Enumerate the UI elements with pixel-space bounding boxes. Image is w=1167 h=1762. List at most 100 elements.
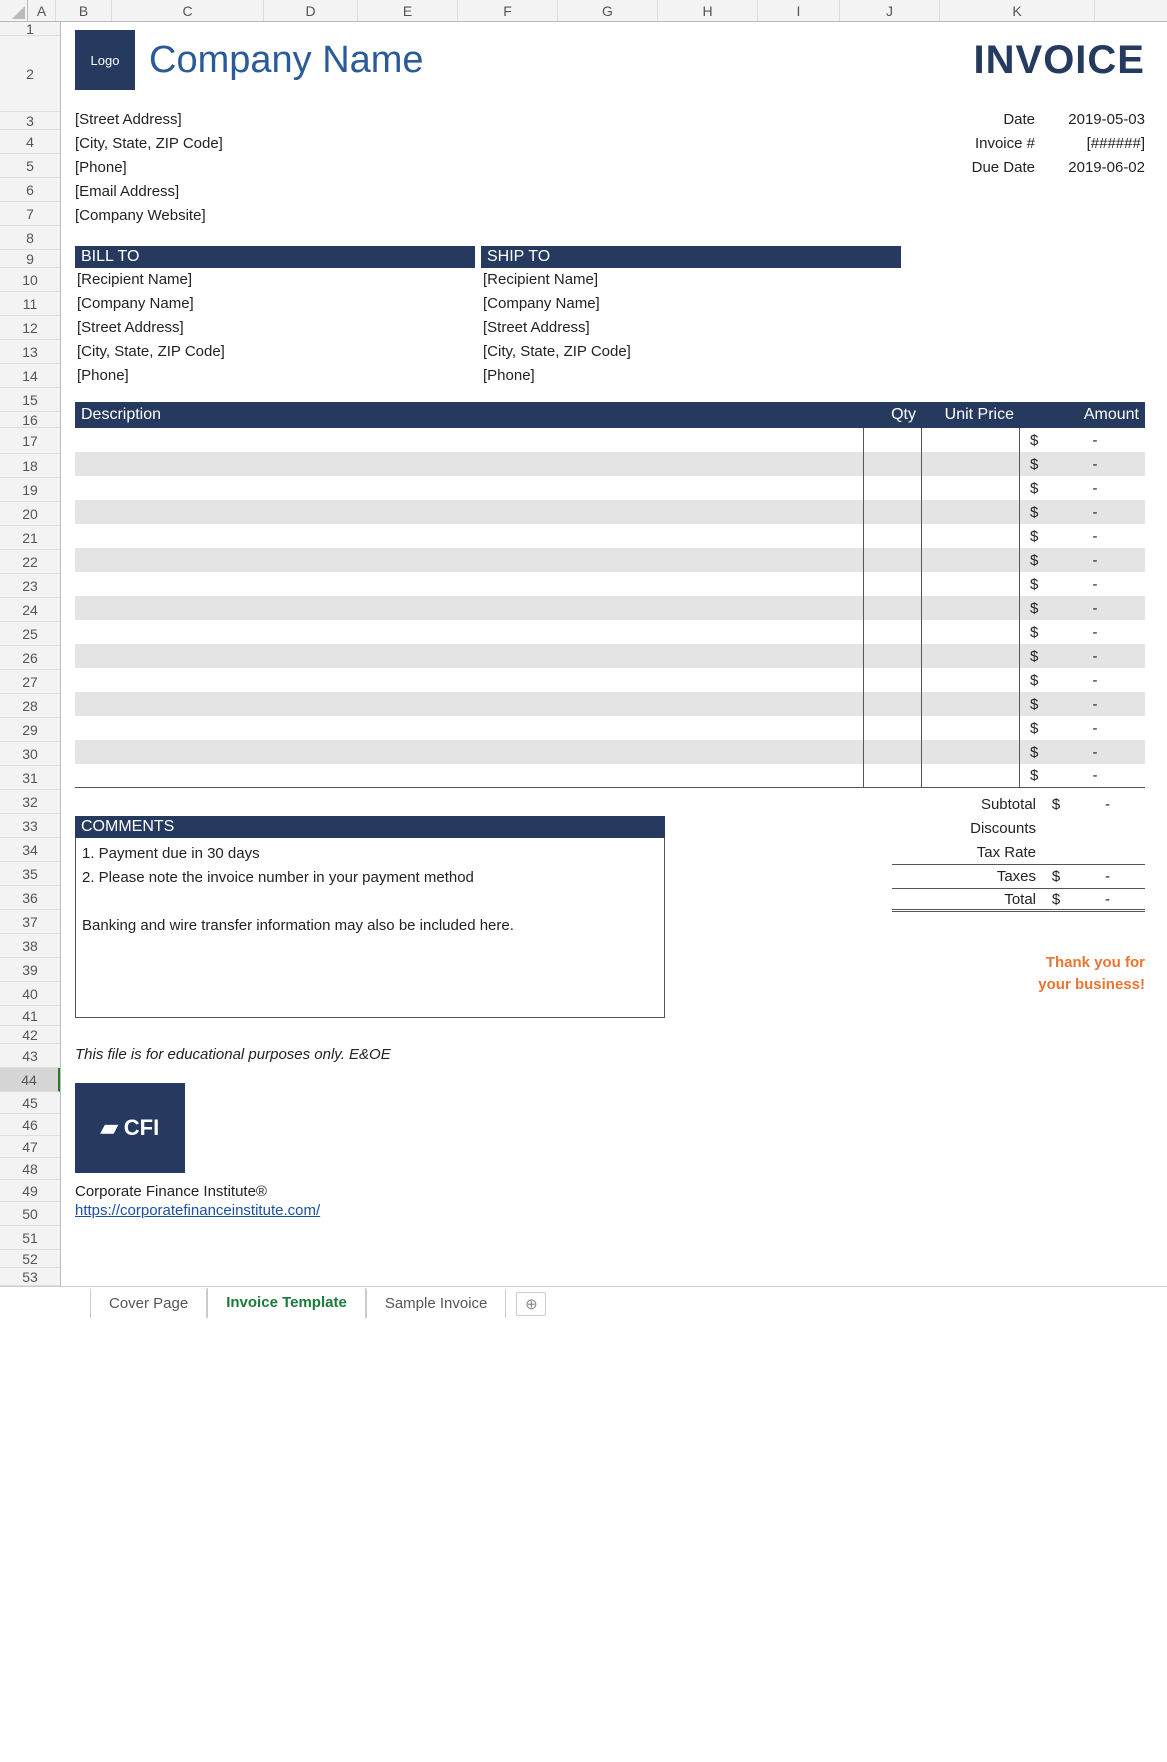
row-header-23[interactable]: 23 xyxy=(0,574,60,598)
line-desc[interactable] xyxy=(75,740,864,764)
row-header-17[interactable]: 17 xyxy=(0,428,60,454)
line-desc[interactable] xyxy=(75,620,864,644)
row-header-2[interactable]: 2 xyxy=(0,36,60,112)
column-header-E[interactable]: E xyxy=(358,0,458,21)
row-header-45[interactable]: 45 xyxy=(0,1092,60,1114)
line-desc[interactable] xyxy=(75,428,864,452)
line-qty[interactable] xyxy=(864,716,922,740)
row-header-8[interactable]: 8 xyxy=(0,226,60,250)
column-header-A[interactable]: A xyxy=(28,0,56,21)
row-header-41[interactable]: 41 xyxy=(0,1006,60,1026)
line-desc[interactable] xyxy=(75,548,864,572)
row-header-13[interactable]: 13 xyxy=(0,340,60,364)
line-unit-price[interactable] xyxy=(922,668,1020,692)
row-header-31[interactable]: 31 xyxy=(0,766,60,790)
line-qty[interactable] xyxy=(864,764,922,787)
row-header-50[interactable]: 50 xyxy=(0,1202,60,1226)
line-desc[interactable] xyxy=(75,764,864,787)
line-unit-price[interactable] xyxy=(922,764,1020,787)
line-qty[interactable] xyxy=(864,644,922,668)
line-unit-price[interactable] xyxy=(922,428,1020,452)
line-item-row[interactable]: $- xyxy=(75,596,1145,620)
row-header-6[interactable]: 6 xyxy=(0,178,60,202)
row-header-4[interactable]: 4 xyxy=(0,130,60,154)
column-header-D[interactable]: D xyxy=(264,0,358,21)
sheet-tab-invoice-template[interactable]: Invoice Template xyxy=(207,1288,366,1319)
line-unit-price[interactable] xyxy=(922,692,1020,716)
line-item-row[interactable]: $- xyxy=(75,692,1145,716)
row-header-33[interactable]: 33 xyxy=(0,814,60,838)
row-header-7[interactable]: 7 xyxy=(0,202,60,226)
row-header-21[interactable]: 21 xyxy=(0,526,60,550)
row-header-48[interactable]: 48 xyxy=(0,1158,60,1180)
cfi-link[interactable]: https://corporatefinanceinstitute.com/ xyxy=(75,1202,320,1219)
line-item-row[interactable]: $- xyxy=(75,740,1145,764)
row-header-42[interactable]: 42 xyxy=(0,1026,60,1044)
line-unit-price[interactable] xyxy=(922,596,1020,620)
line-item-row[interactable]: $- xyxy=(75,572,1145,596)
row-header-22[interactable]: 22 xyxy=(0,550,60,574)
row-header-28[interactable]: 28 xyxy=(0,694,60,718)
row-header-44[interactable]: 44 xyxy=(0,1068,60,1092)
line-item-row[interactable]: $- xyxy=(75,428,1145,452)
line-desc[interactable] xyxy=(75,716,864,740)
row-header-36[interactable]: 36 xyxy=(0,886,60,910)
line-desc[interactable] xyxy=(75,572,864,596)
line-qty[interactable] xyxy=(864,596,922,620)
line-qty[interactable] xyxy=(864,548,922,572)
row-header-37[interactable]: 37 xyxy=(0,910,60,934)
row-header-29[interactable]: 29 xyxy=(0,718,60,742)
row-header-27[interactable]: 27 xyxy=(0,670,60,694)
row-header-5[interactable]: 5 xyxy=(0,154,60,178)
line-item-row[interactable]: $- xyxy=(75,668,1145,692)
line-desc[interactable] xyxy=(75,644,864,668)
row-header-14[interactable]: 14 xyxy=(0,364,60,388)
line-item-row[interactable]: $- xyxy=(75,644,1145,668)
row-header-30[interactable]: 30 xyxy=(0,742,60,766)
row-header-52[interactable]: 52 xyxy=(0,1250,60,1268)
row-header-3[interactable]: 3 xyxy=(0,112,60,130)
row-header-26[interactable]: 26 xyxy=(0,646,60,670)
row-header-49[interactable]: 49 xyxy=(0,1180,60,1202)
line-desc[interactable] xyxy=(75,692,864,716)
row-header-35[interactable]: 35 xyxy=(0,862,60,886)
line-unit-price[interactable] xyxy=(922,548,1020,572)
column-header-F[interactable]: F xyxy=(458,0,558,21)
line-unit-price[interactable] xyxy=(922,620,1020,644)
line-unit-price[interactable] xyxy=(922,476,1020,500)
line-qty[interactable] xyxy=(864,692,922,716)
row-header-10[interactable]: 10 xyxy=(0,268,60,292)
row-header-32[interactable]: 32 xyxy=(0,790,60,814)
line-desc[interactable] xyxy=(75,476,864,500)
line-qty[interactable] xyxy=(864,500,922,524)
row-header-38[interactable]: 38 xyxy=(0,934,60,958)
sheet-tab-cover-page[interactable]: Cover Page xyxy=(90,1289,207,1318)
column-header-G[interactable]: G xyxy=(558,0,658,21)
line-unit-price[interactable] xyxy=(922,524,1020,548)
column-header-J[interactable]: J xyxy=(840,0,940,21)
line-item-row[interactable]: $- xyxy=(75,452,1145,476)
line-item-row[interactable]: $- xyxy=(75,500,1145,524)
line-unit-price[interactable] xyxy=(922,500,1020,524)
column-headers[interactable]: ABCDEFGHIJK xyxy=(28,0,1167,22)
row-header-11[interactable]: 11 xyxy=(0,292,60,316)
column-header-H[interactable]: H xyxy=(658,0,758,21)
row-header-34[interactable]: 34 xyxy=(0,838,60,862)
row-header-46[interactable]: 46 xyxy=(0,1114,60,1136)
line-qty[interactable] xyxy=(864,428,922,452)
column-header-C[interactable]: C xyxy=(112,0,264,21)
row-header-15[interactable]: 15 xyxy=(0,388,60,412)
column-header-I[interactable]: I xyxy=(758,0,840,21)
line-qty[interactable] xyxy=(864,572,922,596)
line-qty[interactable] xyxy=(864,524,922,548)
row-headers[interactable]: 1234567891011121314151617181920212223242… xyxy=(0,22,61,1286)
row-header-40[interactable]: 40 xyxy=(0,982,60,1006)
row-header-43[interactable]: 43 xyxy=(0,1044,60,1068)
column-header-B[interactable]: B xyxy=(56,0,112,21)
row-header-18[interactable]: 18 xyxy=(0,454,60,478)
line-item-row[interactable]: $- xyxy=(75,764,1145,788)
new-sheet-button[interactable]: ⊕ xyxy=(516,1292,546,1316)
line-item-row[interactable]: $- xyxy=(75,620,1145,644)
row-header-16[interactable]: 16 xyxy=(0,412,60,428)
row-header-9[interactable]: 9 xyxy=(0,250,60,268)
